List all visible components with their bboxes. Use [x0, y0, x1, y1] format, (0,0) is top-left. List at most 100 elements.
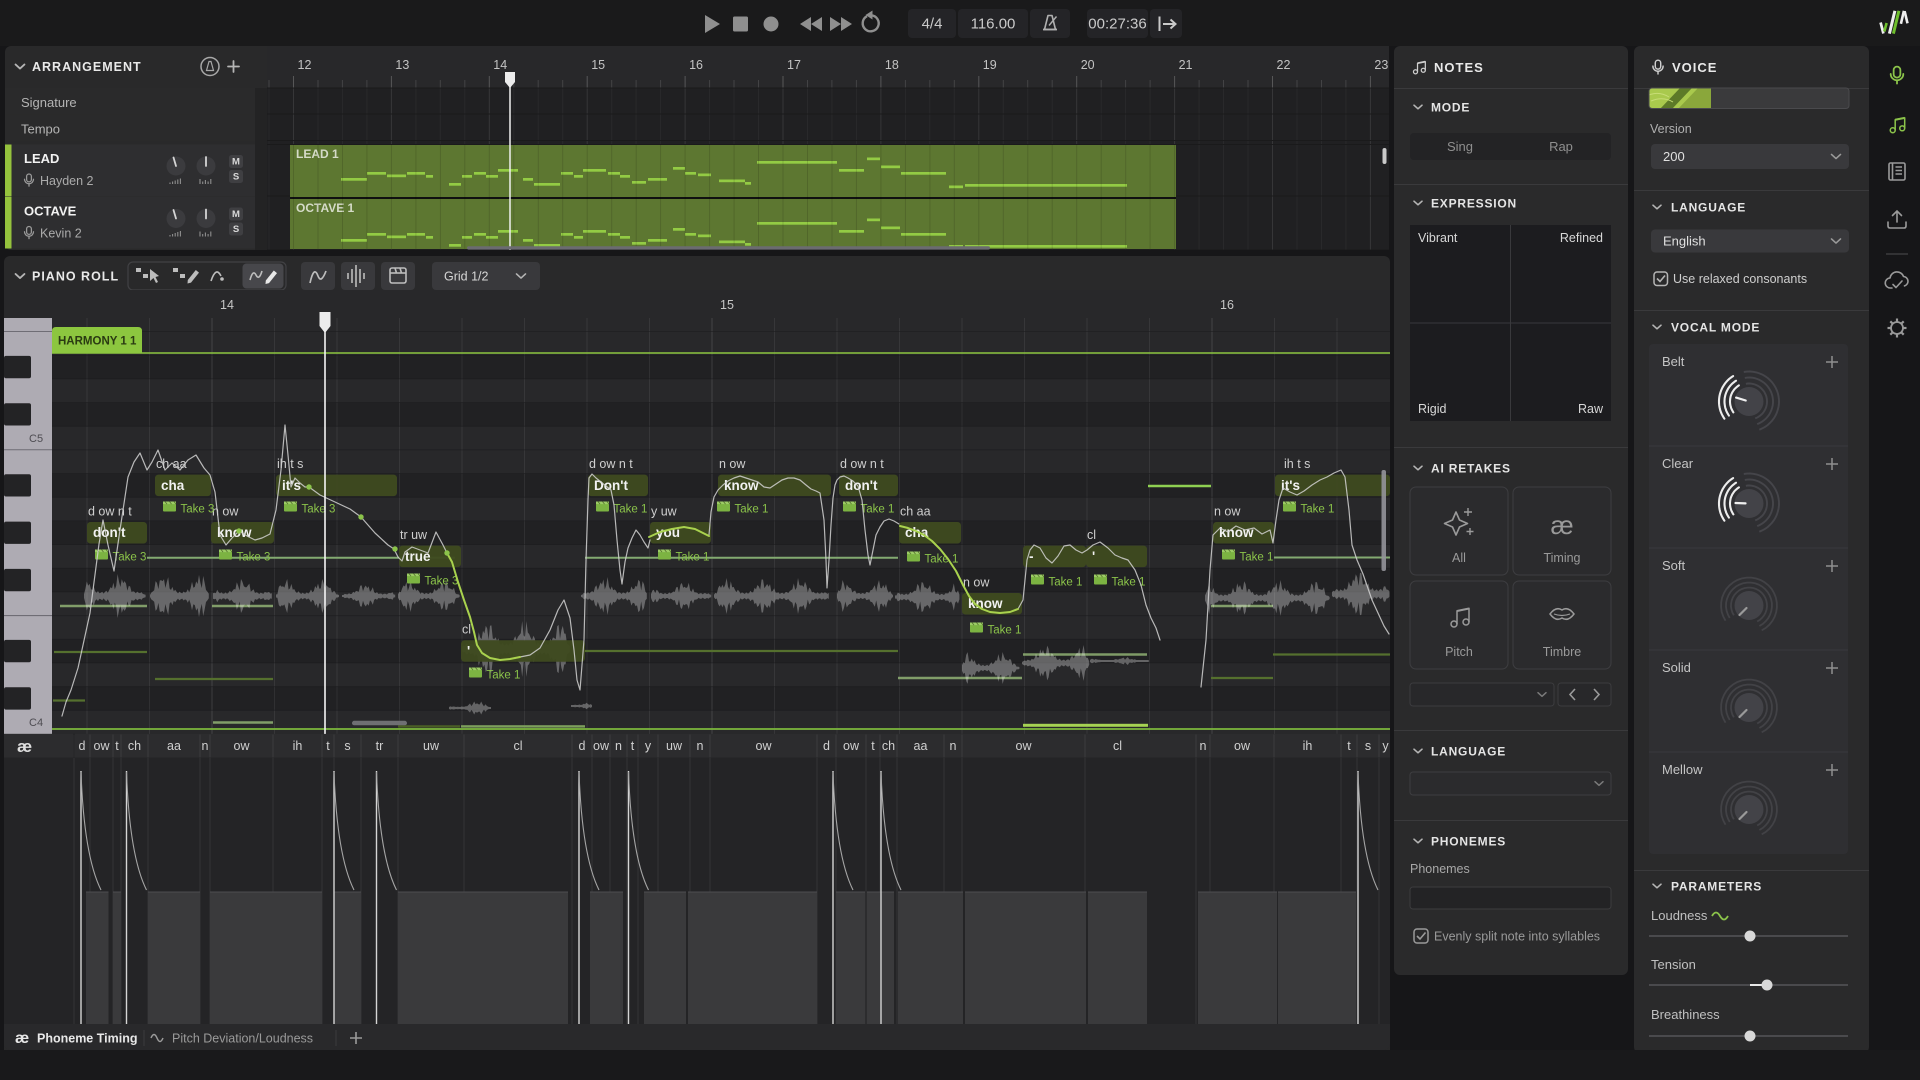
svg-text:Refined: Refined	[1560, 231, 1603, 245]
svg-text:d: d	[579, 739, 586, 753]
svg-text:t: t	[871, 739, 875, 753]
svg-text:Soft: Soft	[1662, 558, 1686, 573]
svg-text:Phoneme Timing: Phoneme Timing	[37, 1032, 137, 1046]
svg-text:ch aa: ch aa	[900, 504, 931, 518]
svg-text:': '	[1092, 549, 1095, 564]
svg-text:Pitch Deviation/Loudness: Pitch Deviation/Loudness	[172, 1032, 313, 1046]
svg-text:Take 3: Take 3	[425, 575, 459, 587]
svg-text:cha: cha	[161, 478, 185, 493]
svg-text:t: t	[115, 739, 119, 753]
svg-text:Loudness: Loudness	[1651, 908, 1708, 923]
svg-text:Take 1: Take 1	[487, 669, 521, 681]
svg-text:ih t s: ih t s	[1284, 457, 1310, 471]
svg-text:17: 17	[787, 58, 801, 72]
svg-text:n: n	[615, 739, 622, 753]
svg-text:ow: ow	[593, 739, 610, 753]
svg-text:ih: ih	[1303, 739, 1313, 753]
svg-text:12: 12	[298, 58, 312, 72]
svg-text:AI RETAKES: AI RETAKES	[1431, 462, 1511, 476]
svg-text:Belt: Belt	[1662, 354, 1685, 369]
svg-text:d ow n t: d ow n t	[589, 457, 633, 471]
svg-text:know: know	[968, 596, 1003, 611]
svg-text:y uw: y uw	[651, 504, 678, 518]
svg-text:know: know	[1219, 525, 1254, 540]
svg-text:16: 16	[689, 58, 703, 72]
svg-text:Timbre: Timbre	[1543, 645, 1581, 659]
svg-text:Tension: Tension	[1651, 957, 1696, 972]
svg-text:n ow: n ow	[719, 457, 746, 471]
svg-text:M: M	[232, 157, 240, 168]
svg-text:EXPRESSION: EXPRESSION	[1431, 197, 1517, 211]
svg-text:200: 200	[1663, 149, 1685, 164]
svg-text:Timing: Timing	[1543, 551, 1580, 565]
svg-text:aa: aa	[914, 739, 928, 753]
svg-text:Use relaxed consonants: Use relaxed consonants	[1673, 272, 1807, 286]
svg-text:it's: it's	[1281, 478, 1300, 493]
svg-text:Solid: Solid	[1662, 660, 1691, 675]
svg-text:ch: ch	[128, 739, 141, 753]
svg-text:14: 14	[493, 58, 507, 72]
svg-text:tr: tr	[376, 739, 384, 753]
svg-text:NOTES: NOTES	[1434, 60, 1484, 75]
svg-text:d ow n t: d ow n t	[840, 457, 884, 471]
svg-text:Breathiness: Breathiness	[1651, 1007, 1720, 1022]
svg-text:t: t	[326, 739, 330, 753]
svg-text:ow: ow	[234, 739, 251, 753]
svg-text:Take 1: Take 1	[614, 503, 648, 515]
svg-text:n: n	[1200, 739, 1207, 753]
svg-text:d ow n t: d ow n t	[88, 504, 132, 518]
svg-text:y: y	[1382, 739, 1389, 753]
svg-text:Take 3: Take 3	[181, 503, 215, 515]
svg-text:LANGUAGE: LANGUAGE	[1431, 745, 1506, 759]
svg-text:n ow: n ow	[1214, 504, 1241, 518]
svg-text:ow: ow	[1234, 739, 1251, 753]
svg-text:ch: ch	[882, 739, 895, 753]
svg-text:16: 16	[1220, 298, 1234, 312]
svg-text:s: s	[344, 739, 350, 753]
svg-text:PIANO ROLL: PIANO ROLL	[32, 270, 119, 284]
svg-text:n: n	[950, 739, 957, 753]
svg-text:ow: ow	[843, 739, 860, 753]
svg-text:4/4: 4/4	[922, 16, 943, 33]
svg-text:C5: C5	[29, 433, 43, 445]
svg-text:Take 1: Take 1	[861, 503, 895, 515]
svg-text:Version: Version	[1650, 122, 1692, 136]
svg-text:Take 1: Take 1	[988, 624, 1022, 636]
svg-text:PHONEMES: PHONEMES	[1431, 835, 1506, 849]
svg-text:M: M	[232, 209, 240, 220]
svg-text:LANGUAGE: LANGUAGE	[1671, 201, 1746, 215]
svg-text:15: 15	[591, 58, 605, 72]
svg-text:s: s	[1365, 739, 1371, 753]
svg-text:y: y	[645, 739, 652, 753]
svg-text:Mellow: Mellow	[1662, 762, 1703, 777]
svg-text:Take 1: Take 1	[676, 551, 710, 563]
svg-text:don't: don't	[845, 478, 878, 493]
svg-text:æ: æ	[1550, 510, 1573, 540]
svg-text:PARAMETERS: PARAMETERS	[1671, 880, 1762, 894]
svg-text:': '	[467, 644, 470, 659]
svg-text:Vibrant: Vibrant	[1418, 231, 1458, 245]
svg-text:S: S	[233, 172, 239, 183]
svg-text:t: t	[631, 739, 635, 753]
svg-text:Take 1: Take 1	[1049, 576, 1083, 588]
svg-text:Take 1: Take 1	[735, 503, 769, 515]
svg-text:n: n	[202, 739, 209, 753]
svg-text:n: n	[697, 739, 704, 753]
svg-text:true: true	[405, 549, 431, 564]
svg-text:d: d	[823, 739, 830, 753]
svg-text:Take 3: Take 3	[237, 551, 271, 563]
svg-text:Sing: Sing	[1447, 139, 1473, 154]
svg-text:S: S	[233, 224, 239, 235]
svg-text:VOICE: VOICE	[1672, 60, 1717, 75]
svg-text:18: 18	[885, 58, 899, 72]
svg-text:19: 19	[983, 58, 997, 72]
svg-text:15: 15	[720, 298, 734, 312]
svg-text:MODE: MODE	[1431, 101, 1470, 115]
svg-text:Take 3: Take 3	[302, 503, 336, 515]
svg-text:cl: cl	[513, 739, 522, 753]
svg-text:Phonemes: Phonemes	[1410, 862, 1470, 876]
svg-text:æ: æ	[17, 737, 32, 756]
svg-text:cl: cl	[1087, 528, 1096, 542]
svg-text:aa: aa	[167, 739, 181, 753]
svg-text:Rap: Rap	[1549, 139, 1573, 154]
